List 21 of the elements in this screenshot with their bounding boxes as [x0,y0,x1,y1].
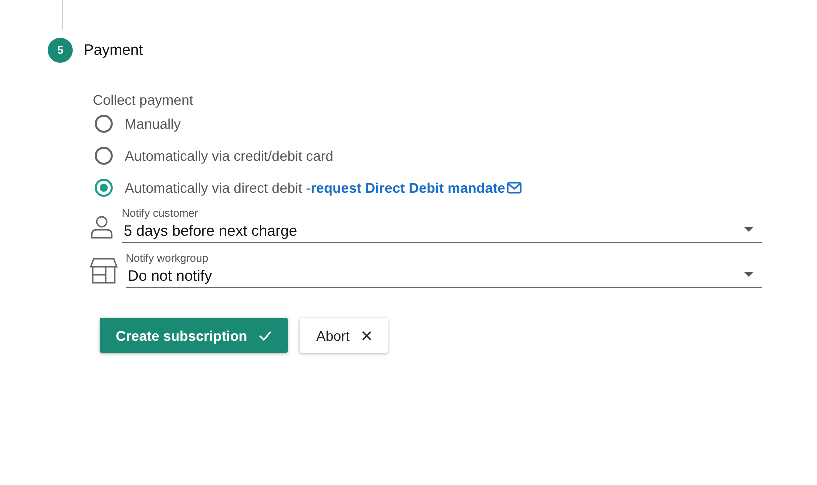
dropdown-field[interactable]: Notify workgroup Do not notify [126,253,762,288]
store-icon [90,258,118,284]
person-icon [90,215,114,239]
radio-button[interactable] [95,179,113,197]
radio-button[interactable] [95,147,113,165]
step-number-badge: 5 [48,38,73,63]
option-label: Automatically via direct debit - [125,180,311,196]
section-label: Collect payment [93,92,194,108]
abort-button[interactable]: Abort [300,318,388,353]
option-label: Automatically via credit/debit card [125,148,334,164]
option-label: Manually [125,116,182,132]
checkmark-icon [259,330,272,340]
step-title: Payment [84,42,144,59]
close-icon [362,330,372,340]
dropdown-field[interactable]: Notify customer 5 days before next charge [122,208,762,243]
create-subscription-button[interactable]: Create subscription [100,318,288,353]
envelope-icon [507,182,522,194]
caret-icon [744,227,754,232]
radio-button[interactable] [95,115,113,133]
caret-icon [744,272,754,277]
mandate-link[interactable]: request Direct Debit mandate [310,180,522,196]
